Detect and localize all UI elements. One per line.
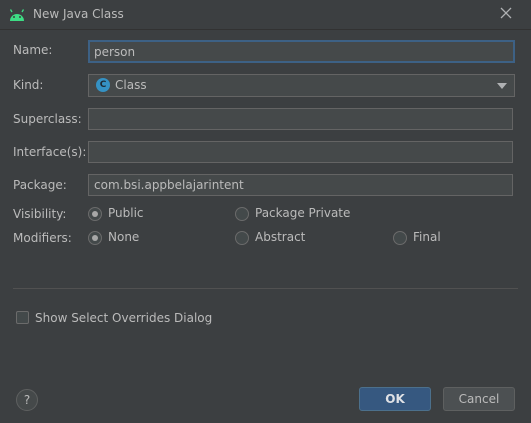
name-label: Name: xyxy=(13,43,53,57)
radio-button xyxy=(235,207,249,221)
kind-selected-value: Class xyxy=(115,78,147,92)
visibility-label: Visibility: xyxy=(13,207,67,221)
radio-label: None xyxy=(108,230,140,244)
name-input[interactable] xyxy=(88,40,515,63)
superclass-label: Superclass: xyxy=(13,112,82,126)
checkbox-box xyxy=(16,311,29,324)
cancel-button[interactable]: Cancel xyxy=(443,387,515,411)
chevron-down-icon xyxy=(497,83,507,89)
package-label: Package: xyxy=(13,178,67,192)
package-input[interactable] xyxy=(88,174,513,196)
dialog-title: New Java Class xyxy=(33,7,124,21)
divider xyxy=(13,288,518,289)
interfaces-label: Interface(s): xyxy=(13,145,87,159)
android-icon xyxy=(9,9,25,21)
superclass-input[interactable] xyxy=(88,108,513,130)
interfaces-input[interactable] xyxy=(88,141,513,163)
close-icon[interactable] xyxy=(498,5,514,21)
radio-label: Public xyxy=(108,206,144,220)
modifiers-label: Modifiers: xyxy=(13,231,72,245)
radio-button xyxy=(88,207,102,221)
radio-label: Final xyxy=(413,230,441,244)
radio-button xyxy=(393,231,407,245)
title-bar: New Java Class xyxy=(0,0,531,30)
kind-label: Kind: xyxy=(13,78,44,92)
kind-dropdown[interactable]: C Class xyxy=(88,74,515,97)
radio-label: Package Private xyxy=(255,206,351,220)
checkbox-label: Show Select Overrides Dialog xyxy=(35,311,213,325)
radio-button xyxy=(88,231,102,245)
class-icon: C xyxy=(96,78,110,92)
radio-label: Abstract xyxy=(255,230,306,244)
ok-button[interactable]: OK xyxy=(359,387,431,411)
help-button[interactable]: ? xyxy=(16,389,38,411)
radio-button xyxy=(235,231,249,245)
